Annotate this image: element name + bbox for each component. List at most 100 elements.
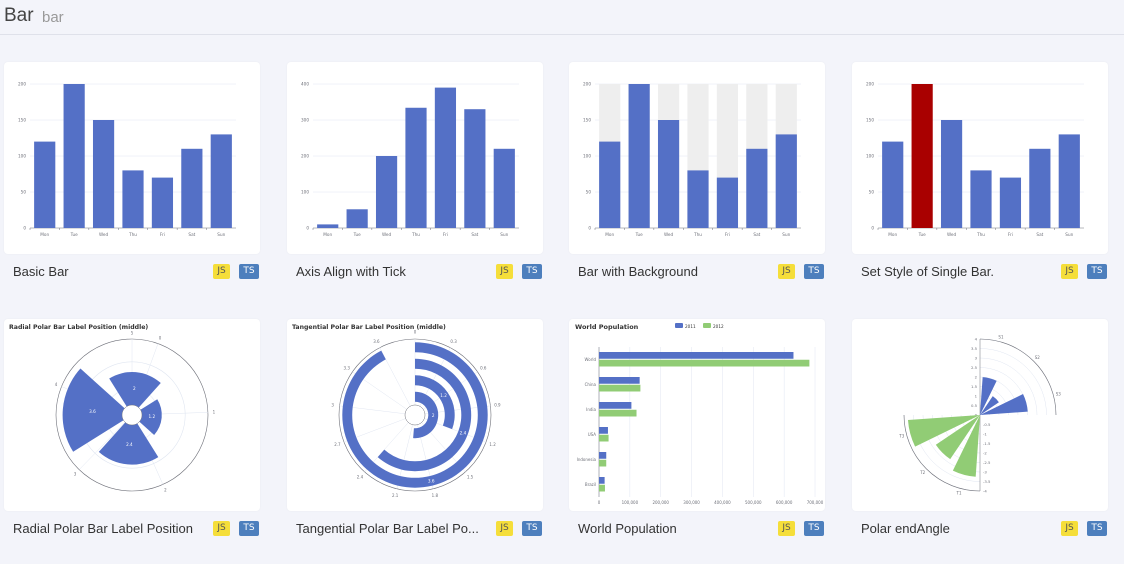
radius-tick-label: -2 xyxy=(983,451,987,456)
example-card[interactable]: Tangential Polar Bar Label Position (mid… xyxy=(287,319,543,511)
legend-swatch xyxy=(703,323,711,328)
y-tick-label: Indonesia xyxy=(577,457,597,462)
example-card[interactable]: World Population 2011 2012 0 100,000 200,000 3… xyxy=(569,319,825,511)
x-tick-label: Wed xyxy=(99,232,108,237)
legend-label: 2012 xyxy=(713,324,724,329)
x-tick-label: 600,000 xyxy=(776,500,793,505)
js-badge[interactable]: JS xyxy=(496,521,513,536)
x-tick-label: Sun xyxy=(217,232,225,237)
x-tick-label: Tue xyxy=(353,232,362,237)
x-tick-label: 400,000 xyxy=(714,500,731,505)
angle-tick-label: 0.3 xyxy=(450,339,457,344)
y-tick-label: 100 xyxy=(866,154,874,159)
legend-swatch xyxy=(675,323,683,328)
y-tick-label: 50 xyxy=(21,190,27,195)
ts-badge[interactable]: TS xyxy=(522,264,542,279)
example-name[interactable]: Bar with Background xyxy=(578,264,768,279)
example-name[interactable]: Tangential Polar Bar Label Po... xyxy=(296,521,486,536)
x-tick-label: 200,000 xyxy=(652,500,669,505)
bar xyxy=(34,141,56,228)
ts-badge[interactable]: TS xyxy=(1087,521,1107,536)
ts-badge[interactable]: TS xyxy=(522,521,542,536)
js-badge[interactable]: JS xyxy=(213,264,230,279)
y-tick-label: 50 xyxy=(869,190,875,195)
angle-tick-label: 3 xyxy=(74,471,77,476)
js-badge[interactable]: JS xyxy=(778,521,795,536)
x-tick-label: Fri xyxy=(443,232,448,237)
bar-label: 2 xyxy=(133,386,136,391)
radius-tick-label: -2.5 xyxy=(983,460,991,465)
y-tick-label: 150 xyxy=(583,118,591,123)
bar xyxy=(657,120,680,228)
radius-tick-label: -1.5 xyxy=(983,441,991,446)
radius-tick-label: 4 xyxy=(975,337,978,342)
ts-badge[interactable]: TS xyxy=(804,264,824,279)
example-card[interactable]: 0 50 100 150 200 Mon Tue Wed Thu Fri Sat Sun xyxy=(569,62,825,254)
bar-label: 3.6 xyxy=(428,478,435,483)
y-tick-label: 200 xyxy=(301,154,309,159)
ts-badge[interactable]: TS xyxy=(239,521,259,536)
chart-thumbnail: World Population 2011 2012 0 100,000 200,000 3… xyxy=(575,323,824,505)
example-name[interactable]: Polar endAngle xyxy=(861,521,1051,536)
js-badge[interactable]: JS xyxy=(1061,521,1078,536)
angle-tick-label: 5 xyxy=(131,331,134,336)
x-tick-label: Sat xyxy=(1036,232,1043,237)
angle-tick-label: 3.6 xyxy=(373,339,380,344)
ts-badge[interactable]: TS xyxy=(804,521,824,536)
js-badge[interactable]: JS xyxy=(213,521,230,536)
bar xyxy=(628,84,650,228)
x-tick-label: Wed xyxy=(947,232,956,237)
angle-tick-label: 2.4 xyxy=(357,475,364,480)
example-card[interactable]: 0 0.5 1 1.5 2 2.5 3 3.5 4 -0.5 -1 -1.5 -2 -2.5 -3 -3.5-… xyxy=(852,319,1108,511)
chart-title: World Population xyxy=(575,323,639,331)
example-caption: Tangential Polar Bar Label Po... JS TS xyxy=(287,519,543,539)
bar xyxy=(405,107,427,228)
ts-badge[interactable]: TS xyxy=(239,264,259,279)
bar xyxy=(63,84,85,228)
angle-tick-label: 1.8 xyxy=(432,493,439,498)
angle-tick-label: 3.3 xyxy=(344,365,351,370)
chart-thumbnail: Tangential Polar Bar Label Position (mid… xyxy=(292,324,501,498)
example-name[interactable]: Radial Polar Bar Label Position xyxy=(13,521,203,536)
example-card[interactable]: 0 50 100 150 200 Mon Tue Wed Thu Fri Sat Sun xyxy=(4,62,260,254)
example-card[interactable]: Radial Polar Bar Label Position (middle)… xyxy=(4,319,260,511)
example-name[interactable]: Basic Bar xyxy=(13,264,203,279)
x-tick-label: 0 xyxy=(598,500,601,505)
bar xyxy=(599,484,605,492)
bar xyxy=(210,134,232,228)
example-card[interactable]: 0 100 200 300 400 Mon Tue Wed Thu Fri Sat Sun xyxy=(287,62,543,254)
angle-tick-label: 1.2 xyxy=(489,442,496,447)
angle-tick-label: T3 xyxy=(898,433,904,438)
bar xyxy=(599,477,605,484)
example-card[interactable]: 0 50 100 150 200 Mon Tue Wed Thu Fri Sat Sun xyxy=(852,62,1108,254)
y-tick-label: 200 xyxy=(583,82,591,87)
js-badge[interactable]: JS xyxy=(496,264,513,279)
radius-tick-label: 3 xyxy=(975,356,978,361)
ts-badge[interactable]: TS xyxy=(1087,264,1107,279)
angle-tick-label: 0 xyxy=(414,330,417,335)
y-tick-label: 150 xyxy=(866,118,874,123)
radius-tick-label: -3 xyxy=(983,470,987,475)
x-tick-label: Thu xyxy=(411,232,420,237)
bar xyxy=(716,177,739,228)
bar xyxy=(599,141,621,228)
bar xyxy=(599,352,794,359)
example-caption: World Population JS TS xyxy=(569,519,825,539)
angle-tick-label: S3 xyxy=(1056,392,1062,397)
x-tick-label: Sun xyxy=(500,232,508,237)
example-name[interactable]: Axis Align with Tick xyxy=(296,264,486,279)
angle-tick-label: 2.7 xyxy=(334,442,341,447)
radius-tick-label: 0.5 xyxy=(971,403,978,408)
js-badge[interactable]: JS xyxy=(1061,264,1078,279)
example-name[interactable]: World Population xyxy=(578,521,768,536)
x-tick-label: Wed xyxy=(664,232,673,237)
js-badge[interactable]: JS xyxy=(778,264,795,279)
bar xyxy=(882,141,904,228)
example-name[interactable]: Set Style of Single Bar. xyxy=(861,264,1051,279)
bar xyxy=(181,148,203,228)
y-tick-label: 100 xyxy=(301,190,309,195)
bar xyxy=(599,402,632,409)
bar xyxy=(464,109,486,228)
x-tick-label: 100,000 xyxy=(622,500,639,505)
x-tick-label: Fri xyxy=(725,232,730,237)
